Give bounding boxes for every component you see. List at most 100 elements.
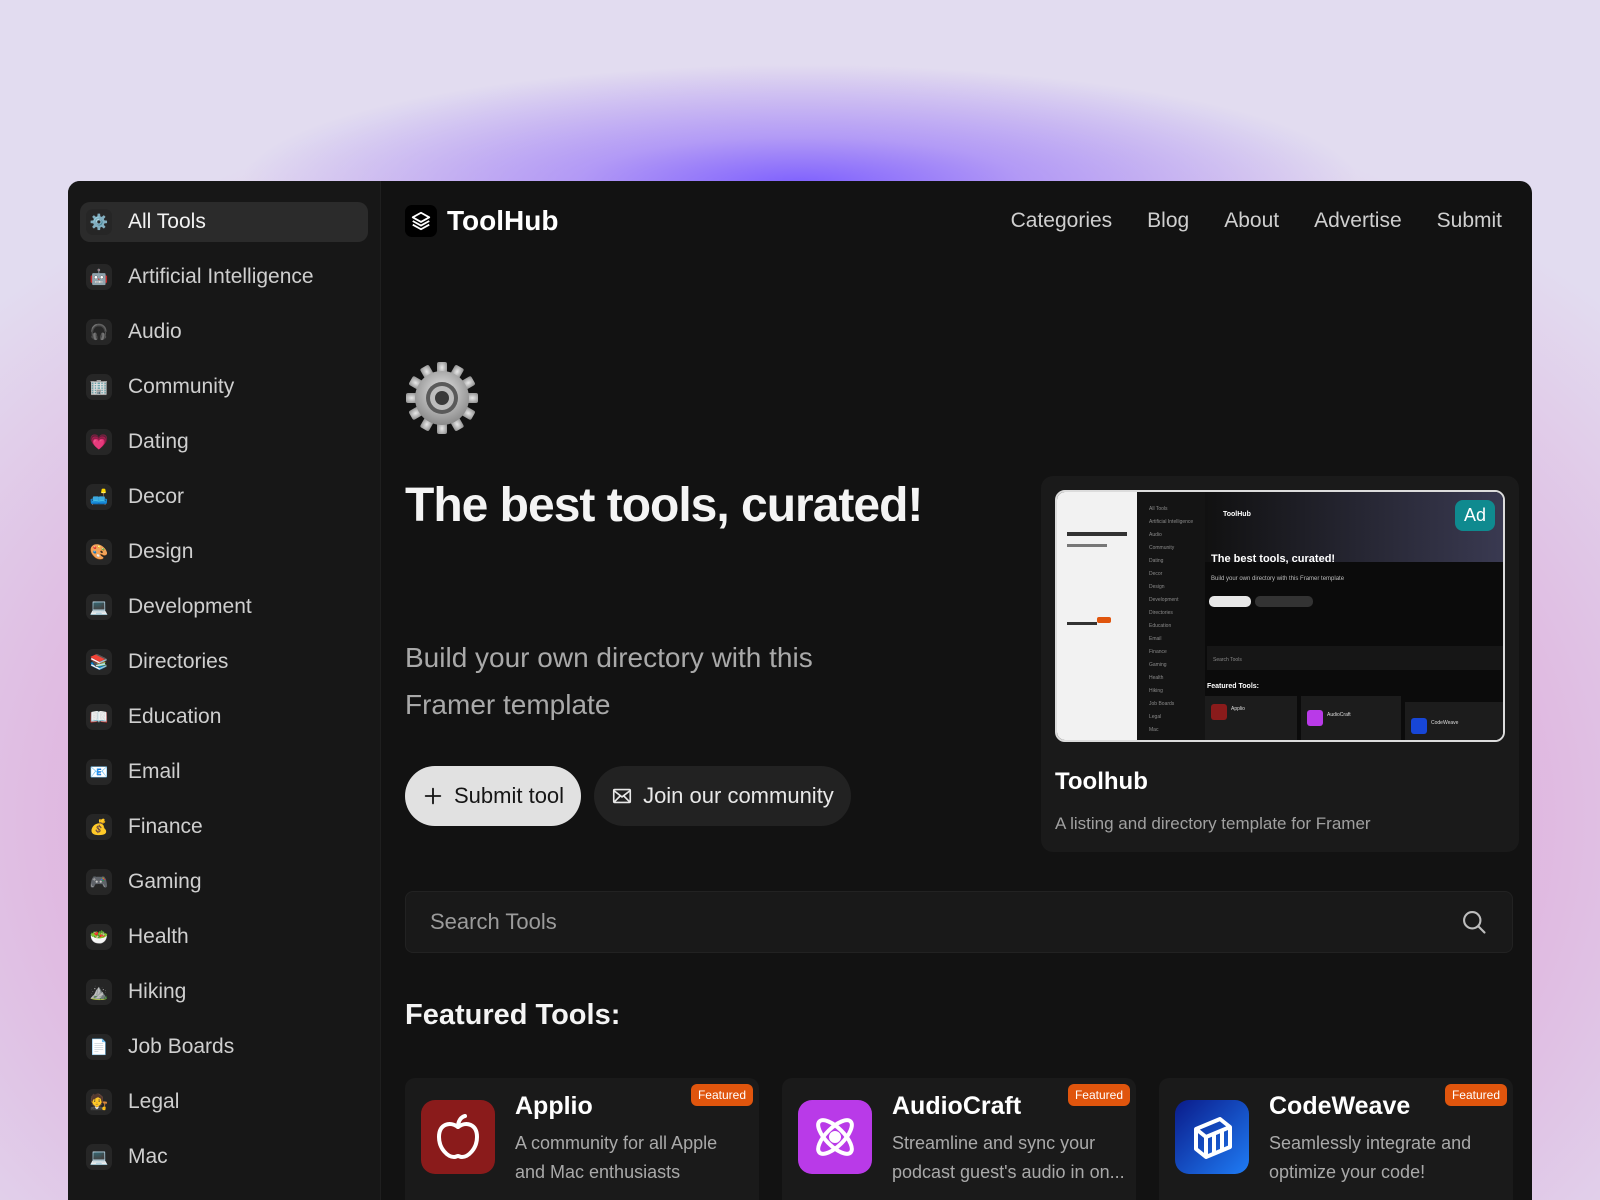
sidebar-item-label: Finance	[128, 814, 203, 838]
tool-card-codeweave[interactable]: CodeWeave Seamlessly integrate and optim…	[1159, 1078, 1513, 1200]
ad-card[interactable]: All Tools Artificial Intelligence Audio …	[1041, 476, 1519, 852]
nav-submit[interactable]: Submit	[1437, 209, 1502, 233]
category-icon: 💗	[86, 428, 112, 455]
atom-icon	[798, 1100, 872, 1174]
sidebar-item-community[interactable]: 🏢 Community	[80, 366, 368, 407]
mail-icon	[612, 788, 632, 804]
sidebar-item-design[interactable]: 🎨 Design	[80, 531, 368, 572]
plus-icon	[424, 787, 442, 805]
preview-sidebar-item: Email	[1149, 636, 1162, 642]
preview-card: CodeWeave	[1431, 720, 1459, 726]
preview-sidebar-item: Gaming	[1149, 662, 1167, 668]
main-content: ToolHub Categories Blog About Advertise …	[381, 181, 1532, 1200]
sidebar-item-directories[interactable]: 📚 Directories	[80, 641, 368, 682]
category-icon: 📚	[86, 648, 112, 675]
sidebar: ⚙️ All Tools 🤖 Artificial Intelligence 🎧 Audi…	[68, 181, 381, 1200]
preview-sidebar-item: Dating	[1149, 558, 1164, 564]
preview-sidebar-item: Community	[1149, 545, 1175, 551]
ad-description: A listing and directory template for Fra…	[1055, 814, 1371, 833]
sidebar-item-development[interactable]: 💻 Development	[80, 586, 368, 627]
sidebar-item-finance[interactable]: 💰 Finance	[80, 806, 368, 847]
preview-sidebar-item: Education	[1149, 623, 1171, 629]
sidebar-item-audio[interactable]: 🎧 Audio	[80, 311, 368, 352]
layers-logo-icon	[405, 205, 437, 237]
preview-sidebar-item: Decor	[1149, 571, 1163, 577]
category-icon: 📄	[86, 1033, 112, 1060]
tool-card-applio[interactable]: Applio A community for all Apple and Mac…	[405, 1078, 759, 1200]
sidebar-item-label: Health	[128, 924, 189, 948]
sidebar-item-decor[interactable]: 🛋️ Decor	[80, 476, 368, 517]
hero-title: The best tools, curated!	[405, 479, 923, 532]
preview-sidebar-item: Job Boards	[1149, 701, 1175, 707]
sidebar-item-education[interactable]: 📖 Education	[80, 696, 368, 737]
nav-about[interactable]: About	[1224, 209, 1279, 233]
preview-search: Search Tools	[1213, 657, 1242, 663]
sidebar-item-legal[interactable]: 🧑‍⚖️ Legal	[80, 1081, 368, 1122]
sidebar-item-label: Design	[128, 539, 194, 563]
ad-title: Toolhub	[1055, 768, 1148, 795]
sidebar-item-email[interactable]: 📧 Email	[80, 751, 368, 792]
preview-sidebar-item: Design	[1149, 584, 1165, 590]
tool-card-body: Applio A community for all Apple and Mac…	[515, 1092, 751, 1196]
preview-sidebar-item: Development	[1149, 597, 1179, 603]
category-icon: 💻	[86, 593, 112, 620]
sidebar-item-label: Dating	[128, 429, 189, 453]
cube-icon	[1175, 1100, 1249, 1174]
sidebar-item-health[interactable]: 🥗 Health	[80, 916, 368, 957]
tool-card-audiocraft[interactable]: AudioCraft Streamline and sync your podc…	[782, 1078, 1136, 1200]
tool-card-body: CodeWeave Seamlessly integrate and optim…	[1269, 1092, 1505, 1196]
category-icon: 🥗	[86, 923, 112, 950]
preview-sidebar-item: Hiking	[1149, 688, 1163, 694]
featured-badge: Featured	[1067, 1084, 1130, 1106]
sidebar-item-job-boards[interactable]: 📄 Job Boards	[80, 1026, 368, 1067]
search-bar	[405, 891, 1513, 953]
brand-name: ToolHub	[447, 205, 559, 236]
sidebar-item-all-tools[interactable]: ⚙️ All Tools	[80, 202, 368, 242]
preview-card: AudioCraft	[1327, 712, 1351, 718]
nav-categories[interactable]: Categories	[1011, 209, 1113, 233]
preview-sidebar-item: Artificial Intelligence	[1149, 519, 1193, 525]
sidebar-list: ⚙️ All Tools 🤖 Artificial Intelligence 🎧 Audi…	[80, 202, 368, 1177]
sidebar-item-hiking[interactable]: ⛰️ Hiking	[80, 971, 368, 1012]
nav-blog[interactable]: Blog	[1147, 209, 1189, 233]
category-icon: 🎮	[86, 868, 112, 895]
hero-buttons: Submit tool Join our community	[405, 766, 851, 826]
sidebar-item-mac[interactable]: 💻 Mac	[80, 1136, 368, 1177]
app-window: ⚙️ All Tools 🤖 Artificial Intelligence 🎧 Audi…	[68, 181, 1532, 1200]
category-icon: 🏢	[86, 373, 112, 400]
tool-card-body: AudioCraft Streamline and sync your podc…	[892, 1092, 1128, 1196]
sidebar-item-label: Audio	[128, 319, 182, 343]
sidebar-item-artificial-intelligence[interactable]: 🤖 Artificial Intelligence	[80, 256, 368, 297]
tool-description: A community for all Apple and Mac enthus…	[515, 1133, 718, 1182]
category-icon: 🎨	[86, 538, 112, 565]
category-icon: 📧	[86, 758, 112, 785]
sidebar-item-label: Job Boards	[128, 1034, 235, 1058]
preview-sidebar-item: Mac	[1149, 727, 1159, 733]
nav-advertise[interactable]: Advertise	[1314, 209, 1402, 233]
apple-icon	[421, 1100, 495, 1174]
sidebar-item-label: Legal	[128, 1089, 180, 1113]
search-input[interactable]	[430, 909, 1330, 935]
brand[interactable]: ToolHub	[405, 205, 558, 237]
sidebar-item-label: Artificial Intelligence	[128, 264, 314, 288]
sidebar-item-label: All Tools	[128, 210, 206, 233]
join-community-label: Join our community	[643, 783, 834, 808]
category-icon: 🧑‍⚖️	[86, 1088, 112, 1115]
sidebar-item-label: Decor	[128, 484, 185, 508]
sidebar-item-label: Community	[128, 374, 235, 398]
category-icon: ⚙️	[86, 209, 112, 235]
sidebar-item-gaming[interactable]: 🎮 Gaming	[80, 861, 368, 902]
preview-title: The best tools, curated!	[1211, 553, 1335, 565]
preview-sidebar-item: Audio	[1149, 532, 1162, 538]
submit-tool-button[interactable]: Submit tool	[405, 766, 582, 826]
category-icon: ⛰️	[86, 978, 112, 1005]
category-icon: 🎧	[86, 318, 112, 345]
category-icon: 📖	[86, 703, 112, 730]
sidebar-item-label: Education	[128, 704, 222, 728]
featured-badge: Featured	[690, 1084, 753, 1106]
search-icon[interactable]	[1460, 908, 1488, 936]
sidebar-item-dating[interactable]: 💗 Dating	[80, 421, 368, 462]
sidebar-item-label: Mac	[128, 1144, 168, 1168]
ad-preview-image: All Tools Artificial Intelligence Audio …	[1055, 490, 1505, 742]
join-community-button[interactable]: Join our community	[594, 766, 851, 826]
